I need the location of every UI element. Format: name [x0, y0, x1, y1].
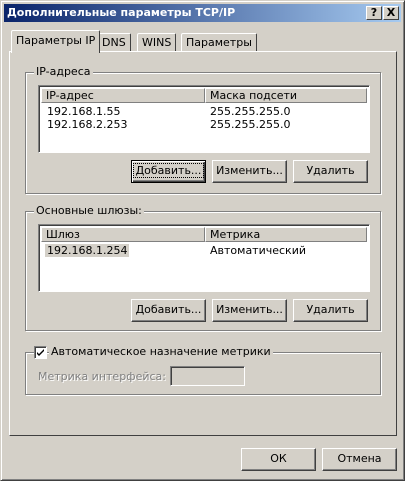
ok-button[interactable]: ОК: [241, 448, 316, 471]
tab-dns[interactable]: DNS: [97, 33, 131, 52]
column-header-metric[interactable]: Метрика: [205, 227, 367, 242]
cancel-button[interactable]: Отмена: [322, 448, 397, 471]
dialog-window: Дополнительные параметры TCP/IP ? X Пара…: [0, 0, 405, 481]
interface-metric-field[interactable]: [170, 366, 245, 386]
tab-wins[interactable]: WINS: [137, 33, 177, 52]
gateway-delete-button[interactable]: Удалить: [293, 299, 368, 322]
gateway-list[interactable]: Шлюз Метрика 192.168.1.254 Автоматически…: [38, 224, 370, 292]
gateway-edit-button[interactable]: Изменить...: [212, 299, 287, 322]
help-icon: ?: [370, 6, 378, 19]
column-header-gateway[interactable]: Шлюз: [41, 227, 205, 242]
automatic-metric-checkbox[interactable]: [34, 346, 47, 359]
tab-options[interactable]: Параметры: [181, 33, 257, 52]
ip-edit-button[interactable]: Изменить...: [212, 160, 287, 183]
column-header-ip[interactable]: IP-адрес: [41, 88, 205, 103]
gateway-add-button[interactable]: Добавить...: [131, 299, 206, 322]
ip-add-button[interactable]: Добавить...: [131, 160, 206, 183]
tab-label: DNS: [102, 36, 126, 49]
ip-row-1-address[interactable]: 192.168.1.55: [47, 105, 120, 118]
gateway-row-1-address[interactable]: 192.168.1.254: [45, 244, 130, 257]
group-label: IP-адреса: [34, 65, 93, 78]
automatic-metric-label[interactable]: Автоматическое назначение метрики: [49, 345, 273, 358]
ip-row-2-mask[interactable]: 255.255.255.0: [210, 118, 290, 131]
tab-label: WINS: [142, 36, 172, 49]
button-label: Изменить...: [216, 303, 283, 316]
button-label: Изменить...: [216, 164, 283, 177]
ip-delete-button[interactable]: Удалить: [293, 160, 368, 183]
button-label: Добавить...: [135, 303, 202, 316]
window-title: Дополнительные параметры TCP/IP: [7, 6, 236, 19]
ip-address-list[interactable]: IP-адрес Маска подсети 192.168.1.55 255.…: [38, 85, 370, 153]
title-bar[interactable]: Дополнительные параметры TCP/IP ? X: [4, 4, 401, 22]
ip-row-2-address[interactable]: 192.168.2.253: [47, 118, 127, 131]
button-label: Отмена: [337, 452, 382, 465]
button-label: Удалить: [306, 164, 355, 177]
button-label: Добавить...: [132, 163, 205, 178]
close-icon: X: [386, 6, 396, 19]
checkmark-icon: [37, 349, 44, 356]
tab-label: Параметры: [186, 36, 252, 49]
tab-ip-settings[interactable]: Параметры IP: [11, 30, 101, 53]
ip-row-1-mask[interactable]: 255.255.255.0: [210, 105, 290, 118]
tab-label: Параметры IP: [16, 34, 96, 47]
button-label: Удалить: [306, 303, 355, 316]
column-header-mask[interactable]: Маска подсети: [205, 88, 367, 103]
selected-gateway[interactable]: 192.168.1.254: [45, 244, 130, 257]
help-button[interactable]: ?: [366, 6, 382, 20]
button-label: ОК: [270, 452, 287, 465]
gateway-row-1-metric[interactable]: Автоматический: [210, 244, 306, 257]
group-label: Основные шлюзы:: [34, 204, 144, 217]
interface-metric-label: Метрика интерфейса:: [38, 370, 166, 383]
close-button[interactable]: X: [383, 6, 399, 20]
